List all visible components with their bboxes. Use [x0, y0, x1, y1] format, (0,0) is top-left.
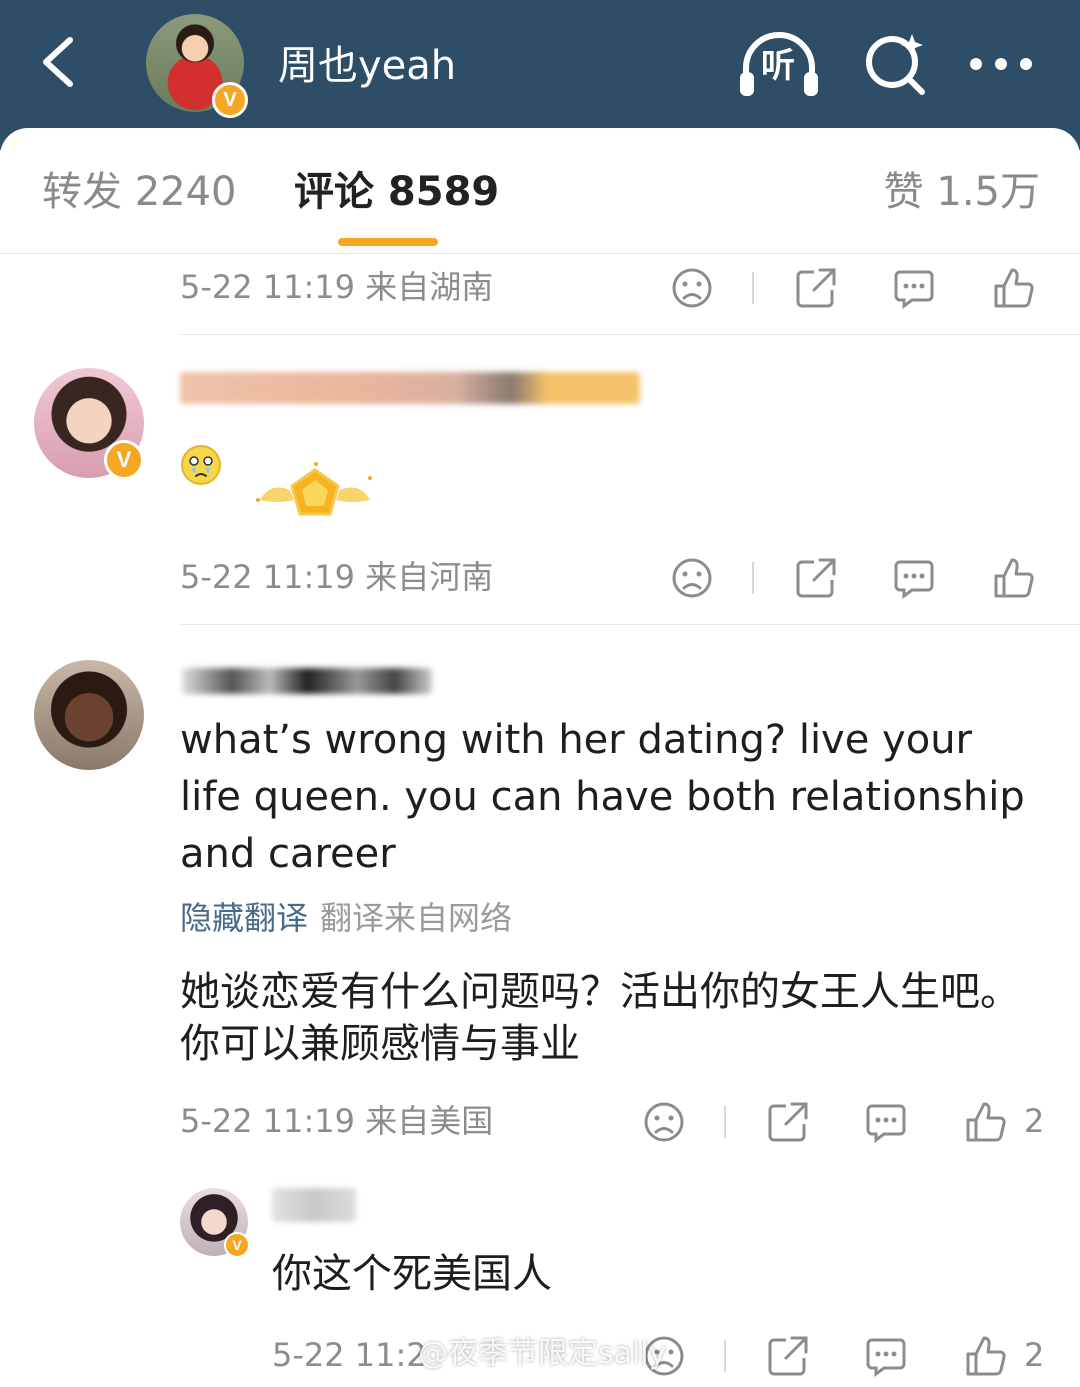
share-icon[interactable]: [766, 1100, 810, 1144]
share-icon[interactable]: [794, 266, 838, 310]
commenter-avatar[interactable]: [34, 660, 144, 770]
tab-comment[interactable]: 评论 8589: [294, 166, 499, 218]
comment-meta: 5-22 11:19 来自美国 2: [0, 1096, 1080, 1146]
more-icon[interactable]: [966, 54, 1036, 74]
share-icon[interactable]: [794, 556, 838, 600]
comment-text-original: what’s wrong with her dating? live your …: [180, 717, 1025, 877]
action-separator: [724, 1340, 726, 1372]
like-icon[interactable]: [992, 556, 1036, 600]
translation-row: 隐藏翻译 翻译来自网络: [180, 896, 512, 940]
hide-translation-link[interactable]: 隐藏翻译: [180, 899, 308, 937]
like-icon[interactable]: [964, 1334, 1008, 1378]
reply-time: 5-22 11:2: [272, 1336, 427, 1374]
divider: [180, 334, 1080, 335]
comment-meta: 5-22 11:19 来自河南: [0, 552, 1080, 602]
like-count: 2: [1024, 1102, 1045, 1140]
translation-source: 翻译来自网络: [320, 899, 513, 937]
comment-text-translated: 她谈恋爱有什么问题吗？活出你的女王人生吧。你可以兼顾感情与事业: [180, 969, 1020, 1067]
action-separator: [752, 562, 754, 594]
action-separator: [752, 272, 754, 304]
listen-label: 听: [761, 46, 795, 86]
comment-time: 5-22 11:19 来自河南: [180, 558, 494, 596]
tab-like[interactable]: 赞 1.5万: [884, 166, 1040, 218]
tab-repost[interactable]: 转发 2240: [42, 166, 237, 218]
back-icon[interactable]: [30, 32, 90, 92]
verified-badge-icon: V: [104, 440, 144, 480]
comment-icon[interactable]: [864, 1334, 908, 1378]
divider: [180, 624, 1080, 625]
like-count: 2: [1024, 1336, 1045, 1374]
share-icon[interactable]: [766, 1334, 810, 1378]
reply-text: 你这个死美国人: [272, 1251, 552, 1297]
reply-name-blurred[interactable]: [272, 1188, 356, 1222]
dislike-icon[interactable]: [670, 556, 714, 600]
verified-badge-icon: V: [212, 82, 248, 118]
comment-icon[interactable]: [892, 266, 936, 310]
medal-badge-icon: [256, 462, 372, 516]
comment-time: 5-22 11:19 来自湖南: [180, 268, 494, 306]
active-tab-indicator: [338, 238, 438, 246]
crying-emoji-icon: [181, 445, 221, 485]
watermark: @夜季节限定sally: [418, 1336, 667, 1371]
author-name[interactable]: 周也yeah: [278, 38, 456, 94]
commenter-name-blurred[interactable]: [182, 668, 432, 694]
dislike-icon[interactable]: [642, 1100, 686, 1144]
verified-badge-icon: V: [224, 1232, 250, 1258]
like-icon[interactable]: [964, 1100, 1008, 1144]
comment-meta: 5-22 11:19 来自湖南: [0, 262, 1080, 312]
like-icon[interactable]: [992, 266, 1036, 310]
comment-time: 5-22 11:19 来自美国: [180, 1102, 494, 1140]
dislike-icon[interactable]: [670, 266, 714, 310]
action-separator: [724, 1106, 726, 1138]
commenter-name-blurred[interactable]: [180, 372, 640, 404]
comment-icon[interactable]: [864, 1100, 908, 1144]
search-icon[interactable]: [862, 30, 928, 96]
tab-bar: 转发 2240 评论 8589 赞 1.5万: [0, 128, 1080, 254]
comment-icon[interactable]: [892, 556, 936, 600]
